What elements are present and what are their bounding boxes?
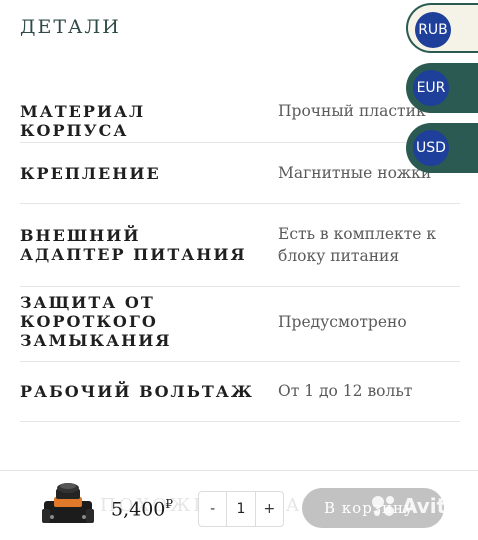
product-details-page: ДЕТАЛИ МАТЕРИАЛ КОРПУСА Прочный пластик … xyxy=(0,0,478,540)
avito-watermark: Avito xyxy=(370,491,460,521)
detail-row-material: МАТЕРИАЛ КОРПУСА Прочный пластик xyxy=(20,80,460,143)
detail-row-short-circuit: ЗАЩИТА ОТ КОРОТКОГО ЗАМЫКАНИЯ Предусмотр… xyxy=(20,287,460,362)
currency-eur-label: EUR xyxy=(413,70,449,106)
detail-row-voltage: РАБОЧИЙ ВОЛЬТАЖ От 1 до 12 вольт xyxy=(20,362,460,422)
price-value: 5,400 xyxy=(111,498,166,521)
details-section-title: ДЕТАЛИ xyxy=(20,16,121,38)
detail-label: КРЕПЛЕНИЕ xyxy=(20,164,161,183)
quantity-value[interactable]: 1 xyxy=(226,492,256,526)
product-thumbnail-image xyxy=(42,483,94,523)
currency-rub-button[interactable]: RUB xyxy=(406,3,478,53)
detail-value: Предусмотрено xyxy=(278,313,407,331)
currency-usd-button[interactable]: USD xyxy=(406,123,478,173)
quantity-stepper: - 1 + xyxy=(198,491,284,527)
detail-row-adapter: ВНЕШНИЙ АДАПТЕР ПИТАНИЯ Есть в комплекте… xyxy=(20,204,460,287)
detail-row-mount: КРЕПЛЕНИЕ Магнитные ножки xyxy=(20,143,460,204)
detail-value: От 1 до 12 вольт xyxy=(278,382,413,400)
product-price: 5,400₽ xyxy=(111,497,173,520)
currency-rub-label: RUB xyxy=(415,12,451,48)
currency-eur-button[interactable]: EUR xyxy=(406,63,478,113)
detail-label: МАТЕРИАЛ КОРПУСА xyxy=(20,102,146,140)
detail-label: ВНЕШНИЙ АДАПТЕР ПИТАНИЯ xyxy=(20,226,247,264)
avito-watermark-text: Avito xyxy=(402,494,460,518)
detail-label: РАБОЧИЙ ВОЛЬТАЖ xyxy=(20,382,254,401)
increment-button[interactable]: + xyxy=(256,492,283,526)
detail-label: ЗАЩИТА ОТ КОРОТКОГО ЗАМЫКАНИЯ xyxy=(20,293,172,350)
avito-logo-icon xyxy=(372,496,394,516)
details-table: МАТЕРИАЛ КОРПУСА Прочный пластик КРЕПЛЕН… xyxy=(20,80,460,422)
bottom-cart-bar: ПОХОЖИЕ ТОВАРЫ 5,400₽ - 1 + В корзину Av… xyxy=(0,470,478,540)
currency-usd-label: USD xyxy=(413,130,449,166)
decrement-button[interactable]: - xyxy=(199,492,226,526)
price-currency-symbol: ₽ xyxy=(165,497,174,511)
detail-value: Есть в комплекте к блоку питания xyxy=(278,225,437,265)
